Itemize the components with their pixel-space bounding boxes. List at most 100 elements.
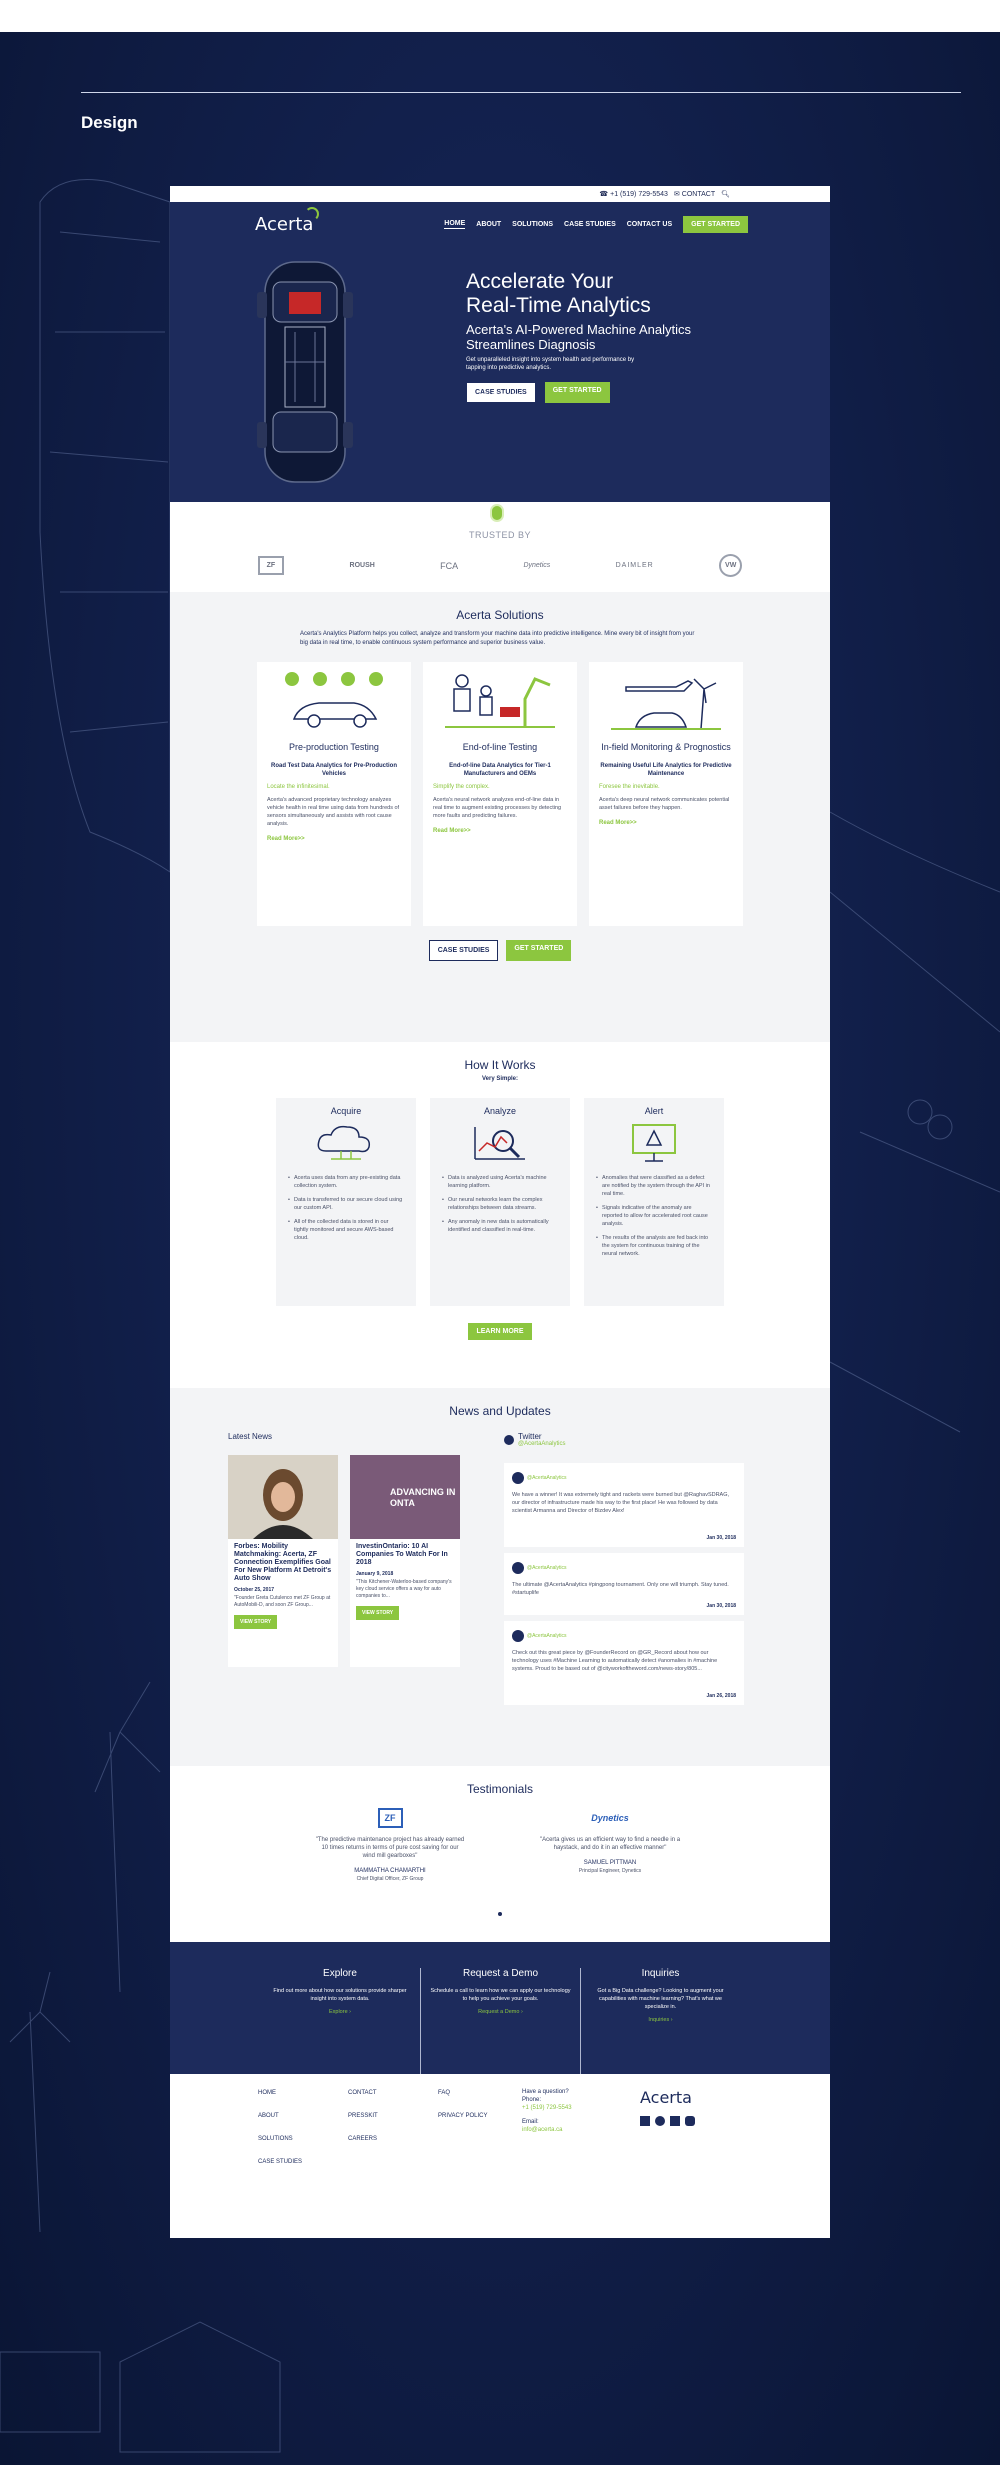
solutions-get-started-button[interactable]: GET STARTED <box>506 940 572 961</box>
twitter-icon[interactable] <box>655 2116 665 2126</box>
phone-link[interactable]: ☎ +1 (519) 729-5543 <box>599 190 668 199</box>
top-navigation: Acerta HOME ABOUT SOLUTIONS CASE STUDIES… <box>170 202 830 246</box>
read-more-link[interactable]: Read More>> <box>267 836 401 842</box>
cta-link[interactable]: Explore › <box>268 2009 412 2015</box>
card-tagline: Locate the infinitesimal. <box>267 784 330 790</box>
nav-home[interactable]: HOME <box>444 220 466 229</box>
cta-text: Schedule a call to learn how we can appl… <box>430 1988 571 2002</box>
angellist-icon[interactable] <box>685 2116 695 2126</box>
nav-get-started-button[interactable]: GET STARTED <box>683 215 748 233</box>
solutions-section: Acerta Solutions Acerta's Analytics Plat… <box>170 592 830 1042</box>
twitter-handle[interactable]: @AcertaAnalytics <box>518 1441 565 1447</box>
mail-icon[interactable] <box>640 2116 650 2126</box>
tweet-text: Check out this great piece by @FounderRe… <box>512 1650 718 1672</box>
card-body: Acerta's deep neural network communicate… <box>599 797 730 811</box>
contact-link[interactable]: ✉ CONTACT <box>673 190 716 199</box>
cta-link[interactable]: Inquiries › <box>589 2017 732 2023</box>
card-title: Acquire <box>330 1106 362 1116</box>
logo-swoosh-icon <box>305 206 319 221</box>
tweet-date: Jan 30, 2018 <box>706 1535 736 1541</box>
card-title: In-field Monitoring & Prognostics <box>601 742 731 752</box>
footer-link-about[interactable]: ABOUT <box>258 2113 302 2119</box>
cta-request-demo: Request a Demo Schedule a call to learn … <box>420 1968 580 2074</box>
read-more-link[interactable]: Read More>> <box>433 828 567 834</box>
card-title: End-of-line Testing <box>462 742 538 752</box>
footer-link-faq[interactable]: FAQ <box>438 2090 487 2096</box>
client-logos: ZF ROUSH FCA Dynetics DAIMLER VW <box>170 540 830 577</box>
card-body: Acerta's neural network analyzes end-of-… <box>433 797 562 819</box>
nav-case-studies[interactable]: CASE STUDIES <box>564 221 616 228</box>
mail-icon: ✉ <box>673 191 680 198</box>
carousel-dot[interactable] <box>498 1912 502 1916</box>
scroll-down-indicator[interactable] <box>490 504 504 522</box>
website-mockup: ☎ +1 (519) 729-5543 ✉ CONTACT 🔍︎ Acerta … <box>170 186 830 2238</box>
how-learn-more-button[interactable]: LEARN MORE <box>468 1323 532 1340</box>
cta-title: Explore <box>323 1968 357 1979</box>
solutions-cards: Pre-production Testing Road Test Data An… <box>170 662 830 926</box>
cta-band: Explore Find out more about how our solu… <box>170 1942 830 2074</box>
solution-card-end-of-line: End-of-line Testing End-of-line Data Ana… <box>423 662 577 926</box>
solutions-intro: Acerta's Analytics Platform helps you co… <box>300 631 695 646</box>
footer: HOME ABOUT SOLUTIONS CASE STUDIES CONTAC… <box>170 2074 830 2190</box>
trusted-title: TRUSTED BY <box>468 530 531 540</box>
daimler-logo: DAIMLER <box>615 562 654 569</box>
tweet-date: Jan 26, 2018 <box>706 1693 736 1699</box>
acerta-logo[interactable]: Acerta <box>255 206 319 235</box>
avatar <box>512 1629 524 1642</box>
roush-logo: ROUSH <box>349 562 375 569</box>
view-story-button[interactable]: VIEW STORY <box>356 1606 400 1620</box>
contact-text: CONTACT <box>681 190 716 198</box>
dynetics-logo: Dynetics <box>523 562 551 569</box>
learn-more-link[interactable]: LEARN MORE <box>170 394 830 400</box>
news-card[interactable]: Forbes: Mobility Matchmaking: Acerta, ZF… <box>228 1455 338 1667</box>
nav-about[interactable]: ABOUT <box>476 221 501 228</box>
tweet[interactable]: @AcertaAnalytics Check out this great pi… <box>504 1621 744 1705</box>
twitter-icon <box>504 1434 514 1445</box>
news-headline: InvestinOntario: 10 AI Companies To Watc… <box>356 1543 448 1566</box>
cta-inquiries: Inquiries Got a Big Data challenge? Look… <box>580 1968 740 2074</box>
footer-email[interactable]: info@acerta.ca <box>522 2126 572 2134</box>
view-story-button[interactable]: VIEW STORY <box>234 1615 278 1629</box>
footer-link-contact[interactable]: CONTACT <box>348 2090 378 2096</box>
footer-phone[interactable]: +1 (519) 729-5543 <box>522 2104 572 2112</box>
hero-title: Accelerate Your Real-Time Analytics <box>466 270 651 317</box>
testimonial-quote: "Acerta gives us an efficient way to fin… <box>539 1837 681 1851</box>
footer-link-case-studies[interactable]: CASE STUDIES <box>258 2159 302 2165</box>
nav-solutions[interactable]: SOLUTIONS <box>512 221 553 228</box>
how-list-item: Data is analyzed using Acerta's machine … <box>442 1174 558 1190</box>
avatar <box>512 1471 524 1484</box>
plane-turbine-car-icon <box>611 678 721 730</box>
tweet[interactable]: @AcertaAnalytics We have a winner! It wa… <box>504 1463 744 1547</box>
footer-link-presskit[interactable]: PRESSKIT <box>348 2113 378 2119</box>
footer-link-solutions[interactable]: SOLUTIONS <box>258 2136 302 2142</box>
linkedin-icon[interactable] <box>670 2116 680 2126</box>
solutions-case-studies-button[interactable]: CASE STUDIES <box>428 940 499 961</box>
news-headline: Forbes: Mobility Matchmaking: Acerta, ZF… <box>234 1543 332 1582</box>
tweet[interactable]: @AcertaAnalytics The ultimate @AcertaAna… <box>504 1553 744 1615</box>
latest-news: Latest News Forbes: Mobility Matchmaking… <box>228 1432 468 1711</box>
news-excerpt: "Founder Greta Cutulenco met ZF Group at… <box>234 1595 331 1608</box>
main-nav: HOME ABOUT SOLUTIONS CASE STUDIES CONTAC… <box>444 215 748 233</box>
tweet-handle: @AcertaAnalytics <box>527 1632 567 1639</box>
footer-link-privacy[interactable]: PRIVACY POLICY <box>438 2113 487 2119</box>
cta-link[interactable]: Request a Demo › <box>429 2009 572 2015</box>
news-date: October 25, 2017 <box>234 1587 275 1593</box>
how-card-analyze: Analyze Data is analyzed using Acerta's … <box>430 1098 570 1306</box>
how-subtitle: Very Simple: <box>481 1076 519 1082</box>
footer-logo[interactable]: Acerta <box>640 2088 692 2107</box>
nav-contact-us[interactable]: CONTACT US <box>627 221 672 228</box>
testimonial-name: SAMUEL PITTMAN <box>583 1860 637 1866</box>
fca-logo: FCA <box>440 560 459 571</box>
news-card[interactable]: ADVANCING IN ONTA InvestinOntario: 10 AI… <box>350 1455 460 1667</box>
design-label: Design <box>81 113 138 132</box>
footer-link-careers[interactable]: CAREERS <box>348 2136 378 2142</box>
testimonials-title: Testimonials <box>466 1782 534 1796</box>
read-more-link[interactable]: Read More>> <box>599 820 733 826</box>
search-icon[interactable]: 🔍︎ <box>721 190 730 198</box>
zf-logo: ZF <box>257 556 285 575</box>
twitter-title: Twitter <box>518 1432 542 1441</box>
solution-card-preproduction: Pre-production Testing Road Test Data An… <box>257 662 411 926</box>
card-tagline: Foresee the inevitable. <box>599 784 660 790</box>
footer-link-home[interactable]: HOME <box>258 2090 302 2096</box>
how-title: How It Works <box>464 1058 536 1072</box>
